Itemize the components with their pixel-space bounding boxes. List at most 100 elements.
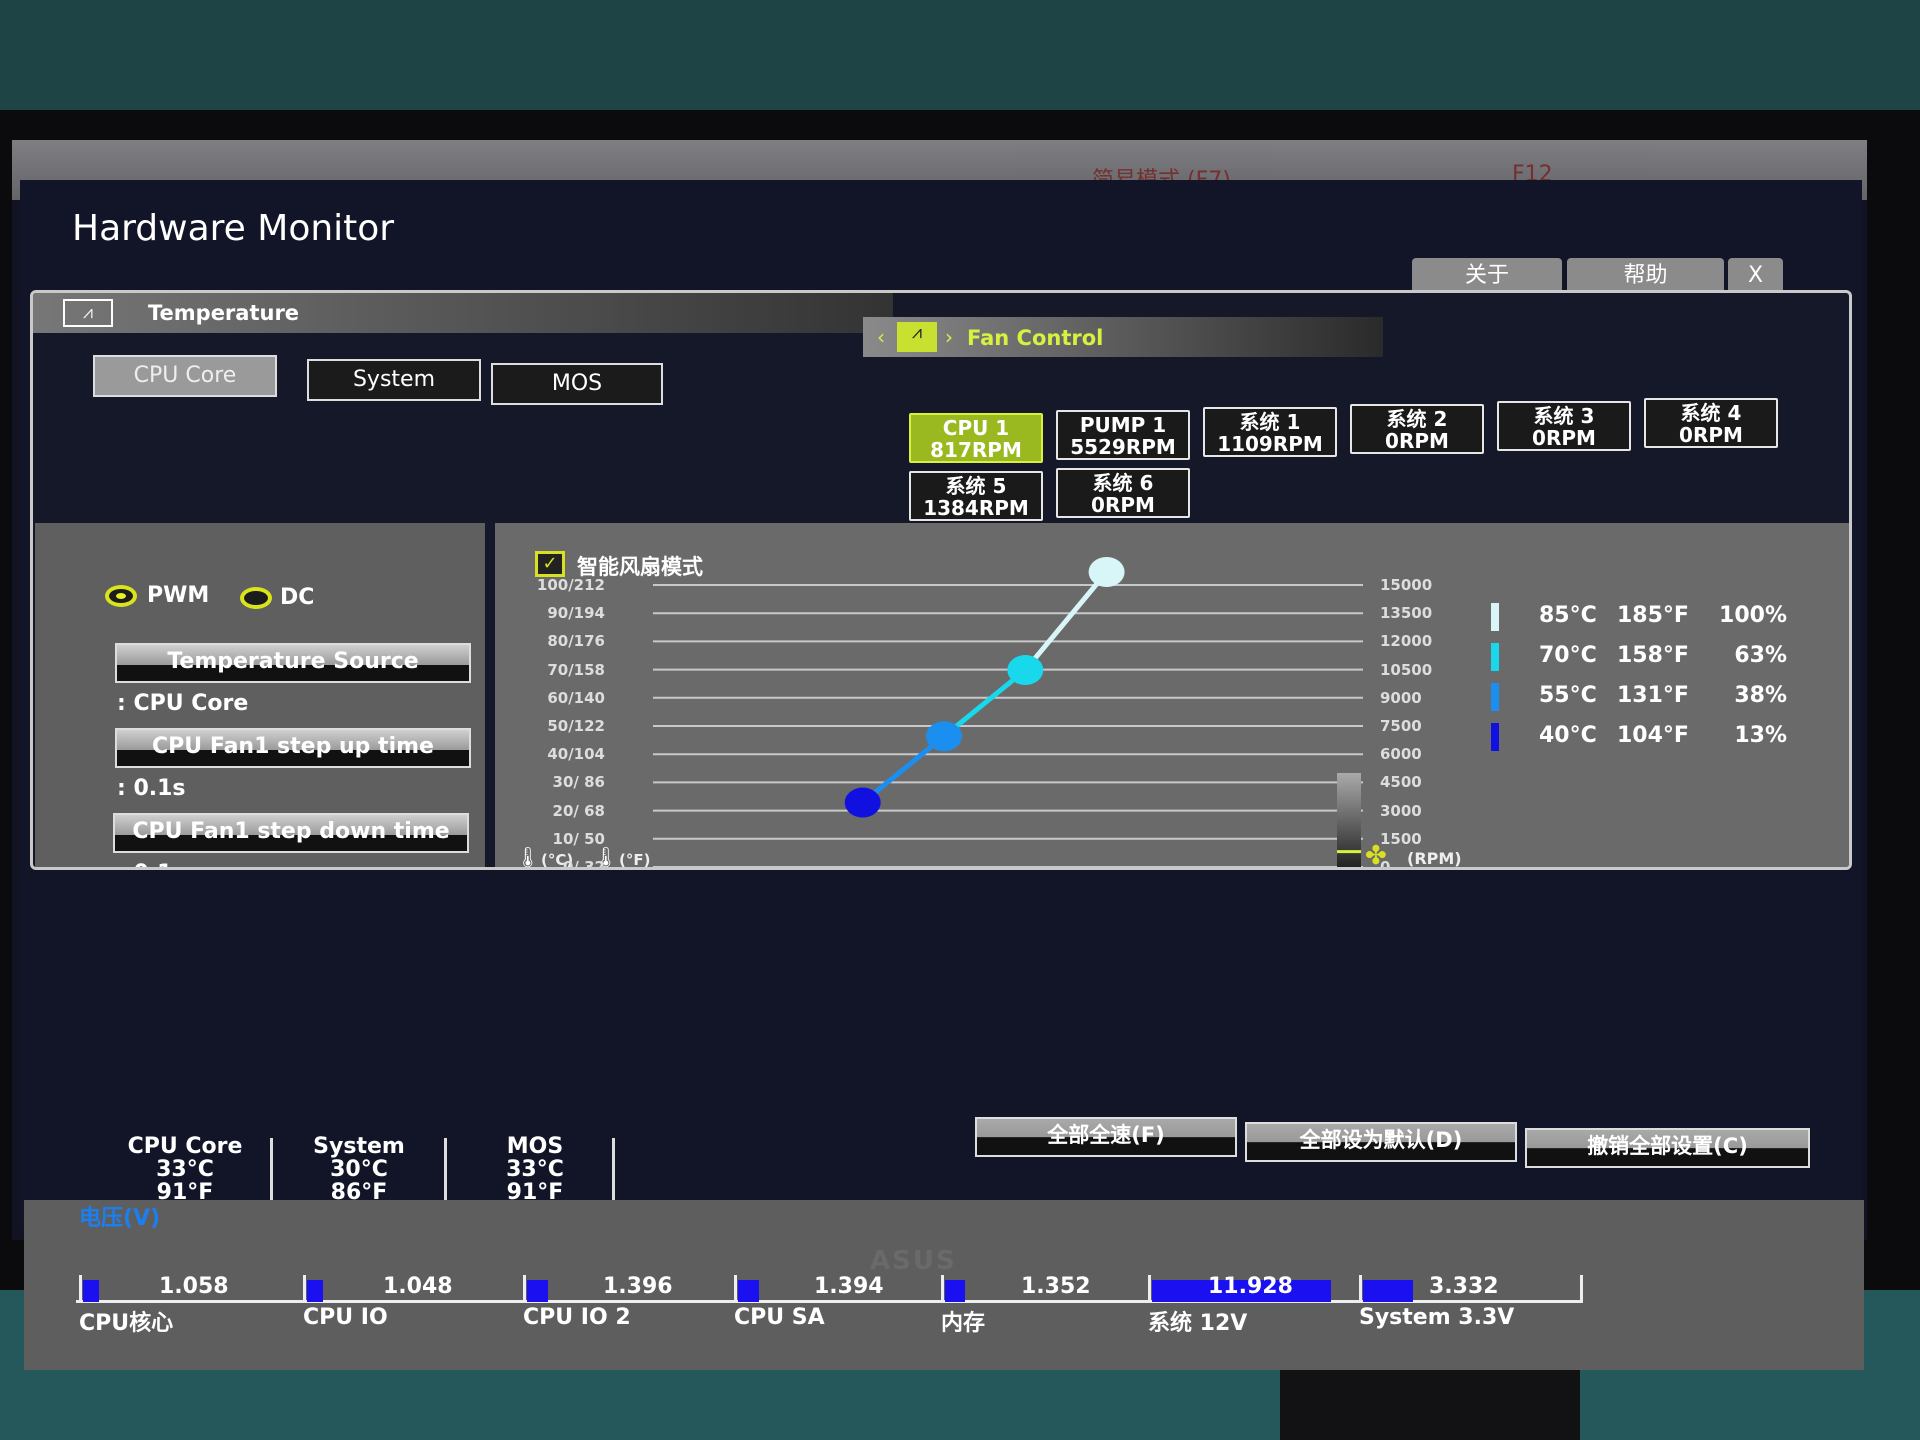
- curve-point[interactable]: [926, 721, 962, 752]
- close-button[interactable]: X: [1728, 258, 1783, 294]
- voltage-bar: [527, 1280, 548, 1302]
- voltage-bar: [1363, 1280, 1413, 1302]
- curve-point[interactable]: [1088, 557, 1125, 587]
- curve-point[interactable]: [1007, 655, 1044, 686]
- dc-label: DC: [280, 585, 315, 610]
- voltage-label: CPU SA: [734, 1305, 825, 1330]
- temp-celsius: 30°C: [330, 1157, 388, 1182]
- y-tick-right: 3000: [1380, 801, 1422, 820]
- temperature-readout: System 30°C 86°F: [274, 1135, 444, 1204]
- fan-name: PUMP 1: [1079, 413, 1167, 437]
- temperature-source-button[interactable]: Temperature Source: [115, 643, 471, 683]
- voltage-panel: 电压(V) 1.058 CPU核心 1.048 CPU IO 1.396 CPU IO 2…: [24, 1200, 1864, 1370]
- voltage-tick: [1148, 1275, 1151, 1303]
- tab-temperature-2[interactable]: MOS: [491, 363, 663, 405]
- voltage-baseline: [76, 1300, 1581, 1303]
- undo-all-settings-button[interactable]: 撤销全部设置(C): [1525, 1128, 1810, 1168]
- y-tick-right: 12000: [1380, 632, 1433, 651]
- fan-select-button[interactable]: PUMP 1 5529RPM: [1056, 410, 1190, 460]
- voltage-label: CPU IO 2: [523, 1305, 631, 1330]
- y-tick-left: 50/122: [547, 717, 605, 735]
- y-tick-right: 15000: [1380, 576, 1433, 594]
- voltage-label: 系统 12V: [1148, 1311, 1248, 1336]
- y-tick-right: 9000: [1380, 688, 1422, 707]
- y-tick-left: 10/ 50: [552, 829, 605, 848]
- y-tick-right: 0: [1380, 858, 1391, 870]
- set-all-default-button[interactable]: 全部设为默认(D): [1245, 1122, 1517, 1162]
- voltage-value: 3.332: [1429, 1274, 1499, 1299]
- voltage-tick: [1580, 1275, 1583, 1303]
- fan-select-button[interactable]: 系统 1 1109RPM: [1203, 407, 1337, 457]
- legend-celsius: 40°C: [1539, 723, 1597, 748]
- voltage-tick: [523, 1275, 526, 1303]
- fan-name: 系统 2: [1386, 407, 1448, 431]
- fan-rpm: 1109RPM: [1217, 432, 1323, 456]
- bios-screen: 简易模式 (F7) F12 Hardware Monitor 关于 帮助 X ⩘…: [12, 140, 1867, 1370]
- chevron-right-icon[interactable]: ›: [945, 325, 953, 349]
- voltage-bar: [738, 1280, 759, 1302]
- about-button[interactable]: 关于: [1412, 258, 1562, 294]
- curve-point[interactable]: [844, 787, 881, 818]
- fan-name: 系统 1: [1239, 410, 1301, 434]
- y-tick-right: 10500: [1380, 660, 1433, 679]
- y-tick-left: 70/158: [547, 660, 605, 679]
- y-tick-right: 6000: [1380, 745, 1422, 764]
- temperature-readout: MOS 33°C 91°F: [450, 1135, 620, 1204]
- tab-temperature-1[interactable]: System: [307, 359, 481, 401]
- chevron-left-icon[interactable]: ‹: [877, 325, 885, 349]
- window-title: Hardware Monitor: [72, 208, 395, 249]
- fan-name: 系统 4: [1680, 401, 1742, 425]
- temperature-graph-icon: ⩘: [63, 299, 113, 327]
- temp-celsius: 33°C: [156, 1157, 214, 1182]
- fan-rpm: 0RPM: [1385, 429, 1449, 453]
- fan-name: 系统 5: [945, 474, 1007, 498]
- legend-swatch: [1491, 683, 1499, 711]
- y-tick-left: 0/ 32: [562, 858, 605, 870]
- fan-select-button[interactable]: 系统 2 0RPM: [1350, 404, 1484, 454]
- tab-temperature-0[interactable]: CPU Core: [93, 355, 277, 397]
- legend-celsius: 55°C: [1539, 683, 1597, 708]
- voltage-label: CPU IO: [303, 1305, 388, 1330]
- fan-select-button[interactable]: CPU 1 817RPM: [909, 413, 1043, 463]
- fan-name: CPU 1: [942, 416, 1010, 440]
- voltage-tick: [734, 1275, 737, 1303]
- y-tick-left: 90/194: [547, 604, 605, 623]
- legend-percent: 38%: [1734, 683, 1787, 708]
- temperature-readout: CPU Core 33°C 91°F: [100, 1135, 270, 1204]
- step-up-time-button[interactable]: CPU Fan1 step up time: [115, 728, 471, 768]
- help-button[interactable]: 帮助: [1567, 258, 1724, 294]
- temp-name: MOS: [506, 1134, 564, 1159]
- voltage-value: 11.928: [1208, 1274, 1293, 1299]
- voltage-label: 内存: [941, 1311, 986, 1336]
- fan-select-button[interactable]: 系统 3 0RPM: [1497, 401, 1631, 451]
- temp-name: System: [313, 1134, 405, 1159]
- fan-select-button[interactable]: 系统 4 0RPM: [1644, 398, 1778, 448]
- voltage-label: System 3.3V: [1359, 1305, 1515, 1330]
- divider: [612, 1138, 615, 1208]
- y-tick-left: 100/212: [536, 576, 605, 594]
- fan-name: 系统 3: [1533, 404, 1595, 428]
- legend-percent: 13%: [1734, 723, 1787, 748]
- y-tick-left: 60/140: [547, 688, 605, 707]
- step-down-time-button[interactable]: CPU Fan1 step down time: [113, 813, 469, 853]
- legend-swatch: [1491, 643, 1499, 671]
- fan-rpm: 0RPM: [1091, 493, 1155, 517]
- y-tick-right: 1500: [1380, 829, 1422, 848]
- y-tick-right: 13500: [1380, 604, 1433, 623]
- temp-name: CPU Core: [127, 1134, 243, 1159]
- dc-radio[interactable]: [240, 587, 272, 609]
- legend-fahrenheit: 185°F: [1617, 603, 1689, 628]
- divider: [444, 1138, 447, 1208]
- fan-rpm: 1384RPM: [923, 496, 1029, 520]
- voltage-value: 1.394: [814, 1274, 884, 1299]
- fan-rpm: 0RPM: [1679, 423, 1743, 447]
- pwm-label: PWM: [147, 583, 210, 608]
- voltage-value: 1.048: [383, 1274, 453, 1299]
- fan-chart-icon: ⩘: [897, 322, 937, 352]
- voltage-label: CPU核心: [79, 1311, 174, 1336]
- pwm-radio[interactable]: [105, 585, 137, 607]
- fan-select-button[interactable]: 系统 6 0RPM: [1056, 468, 1190, 518]
- fan-select-button[interactable]: 系统 5 1384RPM: [909, 471, 1043, 521]
- y-tick-right: 7500: [1380, 717, 1422, 735]
- full-speed-all-button[interactable]: 全部全速(F): [975, 1117, 1237, 1157]
